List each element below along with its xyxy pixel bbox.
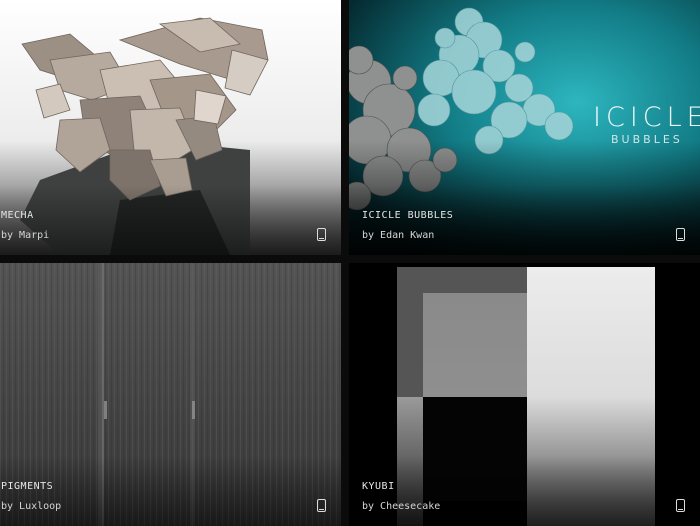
experiment-caption: ICICLE BUBBLES by Edan Kwan: [349, 195, 700, 255]
experiment-card-icicle-bubbles[interactable]: ICICLE BUBBLES ICICLE BUBBLES by Edan Kw…: [349, 0, 700, 255]
artwork-title-text: ICICLE: [593, 102, 700, 133]
experiment-author[interactable]: by Luxloop: [1, 501, 61, 512]
mobile-device-icon: [317, 228, 326, 241]
experiment-author[interactable]: by Cheesecake: [362, 501, 440, 512]
experiment-caption: KYUBI by Cheesecake: [349, 466, 700, 526]
mobile-device-icon: [676, 228, 685, 241]
experiment-card-pigments[interactable]: PIGMENTS by Luxloop: [0, 263, 341, 526]
experiment-title[interactable]: KYUBI: [362, 481, 395, 492]
experiment-caption: MECHA by Marpi: [0, 195, 341, 255]
mobile-device-icon: [317, 499, 326, 512]
experiment-title[interactable]: MECHA: [1, 210, 34, 221]
experiment-title[interactable]: ICICLE BUBBLES: [362, 210, 453, 221]
experiment-card-mecha[interactable]: MECHA by Marpi: [0, 0, 341, 255]
artwork-subtitle-text: BUBBLES: [611, 133, 683, 146]
experiment-author[interactable]: by Marpi: [1, 230, 49, 241]
experiment-card-kyubi[interactable]: KYUBI by Cheesecake: [349, 263, 700, 526]
mobile-device-icon: [676, 499, 685, 512]
experiment-author[interactable]: by Edan Kwan: [362, 230, 434, 241]
experiment-caption: PIGMENTS by Luxloop: [0, 466, 341, 526]
experiments-grid: MECHA by Marpi ICICLE BUBBLES ICICLE BUB…: [0, 0, 700, 526]
experiment-title[interactable]: PIGMENTS: [1, 481, 53, 492]
